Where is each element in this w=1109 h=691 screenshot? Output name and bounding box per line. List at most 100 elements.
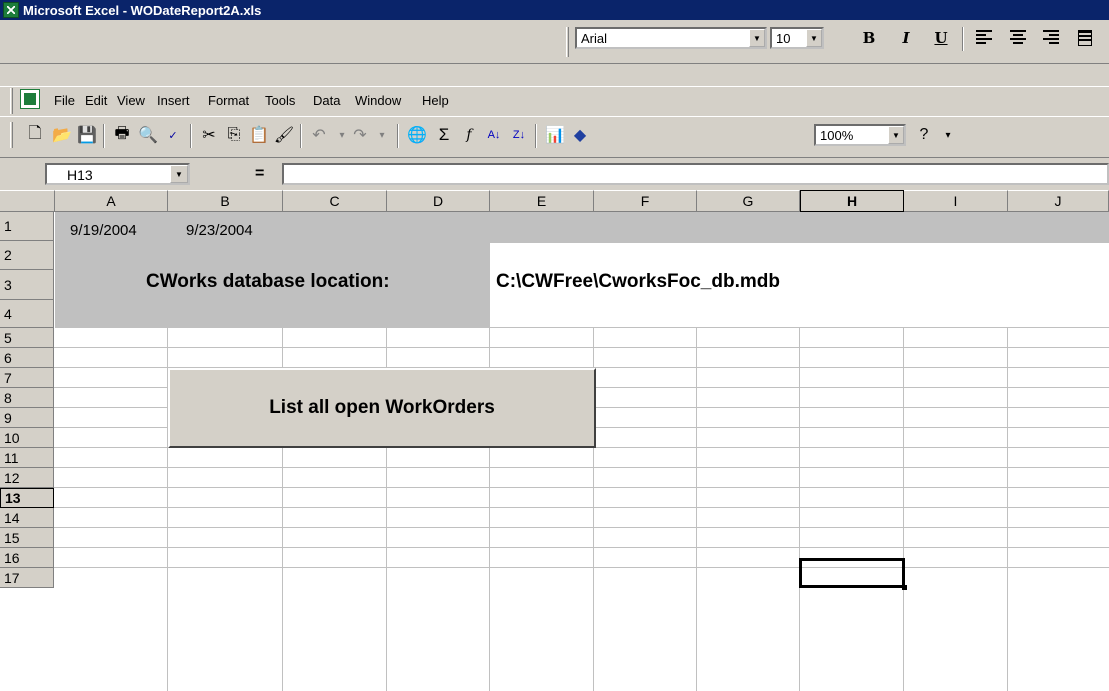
row-header[interactable]: 14 (0, 508, 54, 528)
db-location-value[interactable]: C:\CWFree\CworksFoc_db.mdb (496, 271, 780, 293)
menu-format[interactable]: Format (208, 93, 249, 108)
window-title: Microsoft Excel - WODateReport2A.xls (23, 2, 262, 18)
format-painter-icon[interactable]: 🖌 (272, 124, 296, 146)
chevron-down-icon[interactable]: ▼ (170, 165, 188, 183)
menu-grip[interactable] (10, 88, 13, 114)
formula-equals-icon[interactable]: = (255, 165, 264, 183)
print-preview-icon[interactable]: 🔍 (136, 124, 160, 146)
bold-button[interactable]: B (858, 27, 880, 49)
chevron-down-icon[interactable]: ▼ (888, 126, 904, 144)
autosum-icon[interactable]: Σ (432, 124, 456, 146)
column-header-f[interactable]: F (594, 190, 697, 212)
column-header-c[interactable]: C (283, 190, 387, 212)
merge-center-icon[interactable] (1078, 30, 1092, 46)
gridline (54, 347, 1109, 348)
row-header[interactable]: 4 (0, 300, 54, 328)
menu-file[interactable]: File (54, 93, 75, 108)
menu-tools[interactable]: Tools (265, 93, 295, 108)
row-header[interactable]: 16 (0, 548, 54, 568)
row-header[interactable]: 10 (0, 428, 54, 448)
help-icon[interactable]: ? (912, 124, 936, 146)
chart-wizard-icon[interactable]: 📊 (543, 124, 567, 146)
toolbar-grip[interactable] (10, 122, 13, 148)
toolbar-grip[interactable] (566, 27, 569, 57)
gridline (54, 527, 1109, 528)
menu-view[interactable]: View (117, 93, 145, 108)
title-bar: Microsoft Excel - WODateReport2A.xls (0, 0, 1109, 20)
column-header-d[interactable]: D (387, 190, 490, 212)
select-all-corner[interactable] (0, 190, 55, 212)
row-header[interactable]: 9 (0, 408, 54, 428)
spelling-icon[interactable]: ✓ (161, 124, 185, 146)
cut-icon[interactable]: ✂ (197, 124, 221, 146)
sort-descending-icon[interactable]: Z↓ (507, 124, 531, 146)
worksheet-grid[interactable]: A B C D E F G H I J 1 2 3 4 5 6 7 8 9 10… (0, 190, 1109, 691)
italic-button[interactable]: I (895, 27, 917, 49)
font-size-select[interactable]: 10 ▼ (770, 27, 824, 49)
redo-icon[interactable]: ↷ (348, 124, 372, 146)
menu-data[interactable]: Data (313, 93, 340, 108)
chevron-down-icon[interactable]: ▼ (749, 29, 765, 47)
zoom-select[interactable]: 100% ▼ (814, 124, 906, 146)
menu-window[interactable]: Window (355, 93, 401, 108)
column-header-a[interactable]: A (55, 190, 168, 212)
copy-icon[interactable]: ⎘ (222, 124, 246, 146)
active-cell-h13[interactable] (799, 558, 907, 590)
name-box-value: H13 (67, 167, 93, 183)
menu-insert[interactable]: Insert (157, 93, 190, 108)
gridline (54, 567, 1109, 568)
row-header[interactable]: 15 (0, 528, 54, 548)
row-header[interactable]: 17 (0, 568, 54, 588)
font-size-value: 10 (776, 31, 791, 46)
row-header[interactable]: 12 (0, 468, 54, 488)
underline-button[interactable]: U (930, 27, 952, 49)
font-name-value: Arial (581, 31, 608, 46)
open-icon[interactable]: 📂 (50, 124, 74, 146)
list-open-workorders-button[interactable]: List all open WorkOrders (168, 368, 596, 448)
gridline (54, 507, 1109, 508)
row-header[interactable]: 3 (0, 270, 54, 300)
row-header[interactable]: 11 (0, 448, 54, 468)
save-icon[interactable]: 💾 (75, 124, 99, 146)
print-icon[interactable]: 🖶 (110, 124, 134, 146)
cell-a1[interactable]: 9/19/2004 (70, 222, 137, 239)
gridline (54, 487, 1109, 488)
hyperlink-icon[interactable]: 🌐 (405, 124, 429, 146)
row-header[interactable]: 5 (0, 328, 54, 348)
cell-b1[interactable]: 9/23/2004 (186, 222, 253, 239)
new-icon[interactable]: 🗋 (23, 124, 47, 146)
row-header[interactable]: 13 (0, 488, 54, 508)
menu-edit[interactable]: Edit (85, 93, 107, 108)
column-header-b[interactable]: B (168, 190, 283, 212)
align-left-icon[interactable] (976, 30, 992, 46)
column-header-g[interactable]: G (697, 190, 800, 212)
undo-icon[interactable]: ↶ (307, 124, 331, 146)
row-header[interactable]: 1 (0, 212, 54, 241)
menu-help[interactable]: Help (422, 93, 449, 108)
formula-input[interactable] (282, 163, 1109, 185)
row-header[interactable]: 7 (0, 368, 54, 388)
italic-icon: I (902, 29, 910, 47)
redo-dropdown-icon[interactable]: ▾ (370, 124, 394, 146)
row-header[interactable]: 2 (0, 241, 54, 270)
column-header-e[interactable]: E (490, 190, 594, 212)
column-header-h[interactable]: H (800, 190, 904, 212)
align-center-icon[interactable] (1010, 30, 1026, 46)
column-header-i[interactable]: I (904, 190, 1008, 212)
toolbar-separator (190, 124, 192, 148)
name-box[interactable]: H13 ▼ (45, 163, 190, 185)
toolbar-options-icon[interactable]: ▾ (936, 124, 960, 146)
sort-ascending-icon[interactable]: A↓ (482, 124, 506, 146)
toolbar-separator (300, 124, 302, 148)
paste-icon[interactable]: 📋 (247, 124, 271, 146)
align-right-icon[interactable] (1043, 30, 1059, 46)
function-icon[interactable]: f (457, 124, 481, 146)
column-header-j[interactable]: J (1008, 190, 1109, 212)
workbook-icon[interactable] (20, 89, 40, 109)
row-header[interactable]: 6 (0, 348, 54, 368)
toolbar-separator (397, 124, 399, 148)
drawing-icon[interactable]: ◆ (568, 124, 592, 146)
font-name-select[interactable]: Arial ▼ (575, 27, 767, 49)
chevron-down-icon[interactable]: ▼ (806, 29, 822, 47)
row-header[interactable]: 8 (0, 388, 54, 408)
